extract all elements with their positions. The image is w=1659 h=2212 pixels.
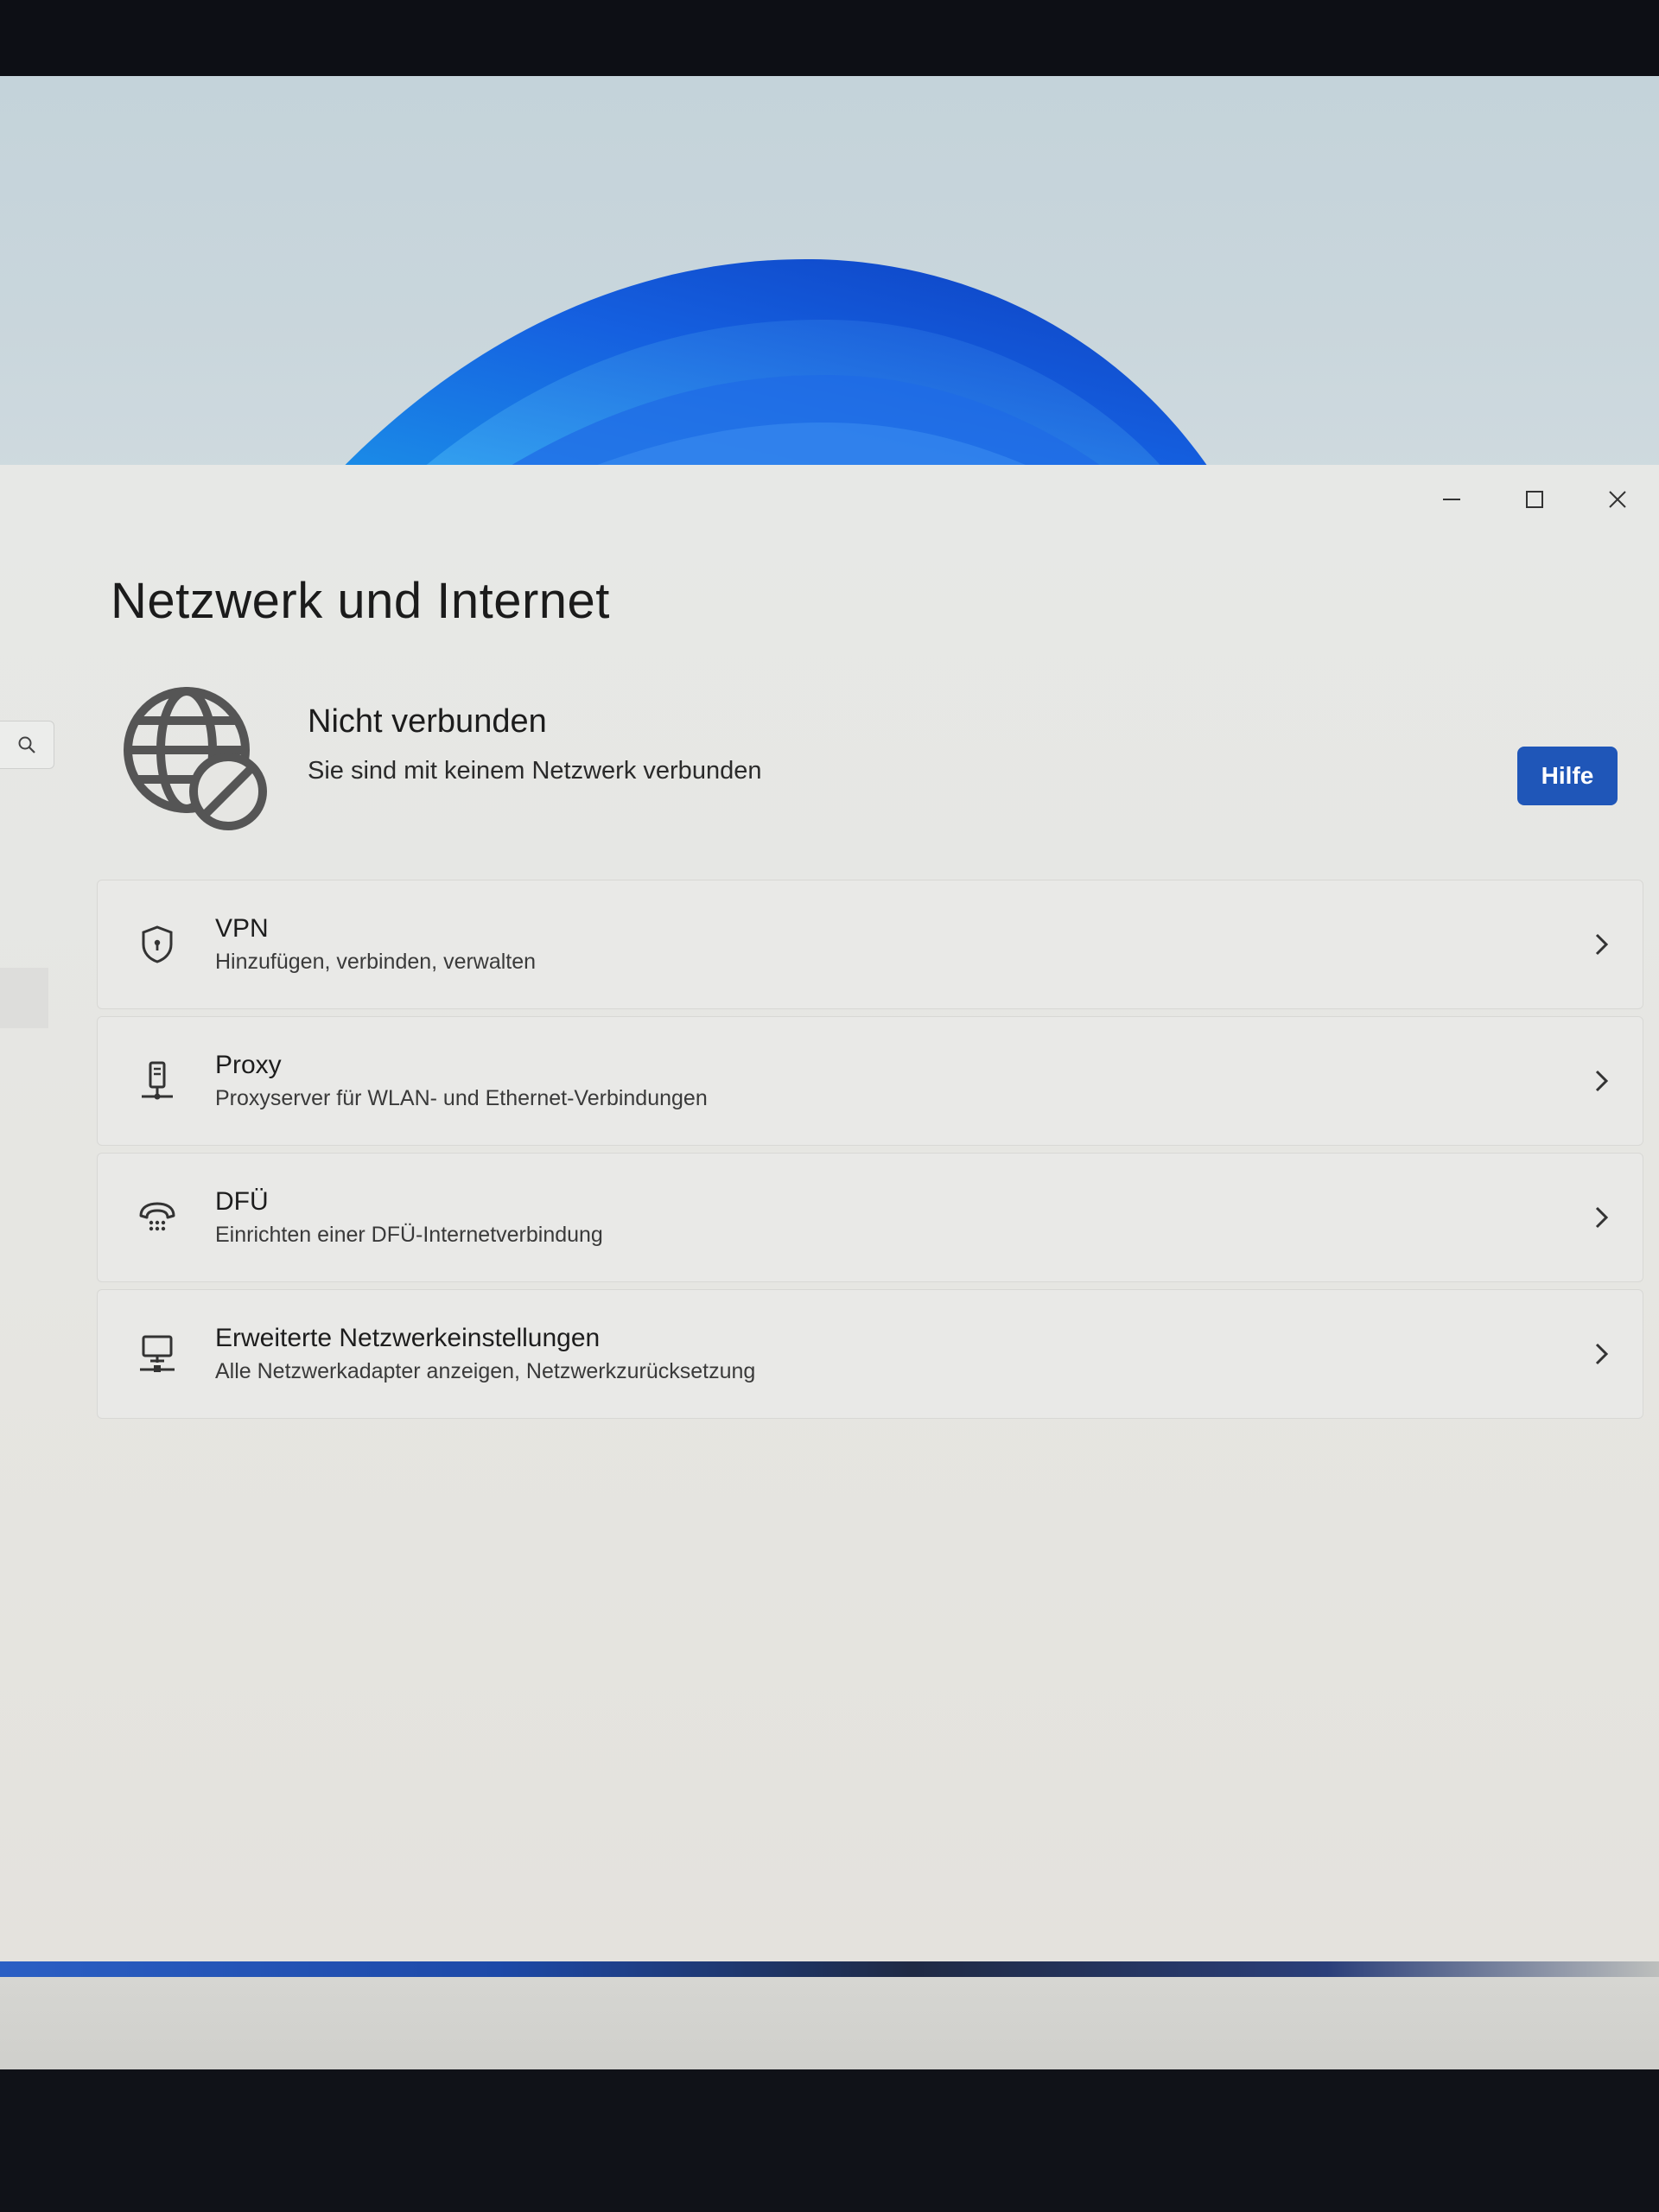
close-button[interactable] [1576,480,1659,518]
taskbar-wallpaper-strip [0,1961,1659,1977]
settings-item-proxy[interactable]: Proxy Proxyserver für WLAN- und Ethernet… [97,1016,1643,1146]
maximize-icon [1526,491,1543,508]
screen-bezel-top [0,0,1659,79]
dfu-description: Einrichten einer DFÜ-Internetverbindung [215,1223,603,1247]
settings-item-advanced-network[interactable]: Erweiterte Netzwerkeinstellungen Alle Ne… [97,1289,1643,1419]
shield-icon [142,925,173,963]
proxy-icon [142,1061,173,1100]
chevron-right-icon [1595,1070,1609,1092]
dial-up-icon [139,1202,175,1231]
close-icon [1609,491,1626,508]
wallpaper-bloom [328,258,1218,482]
network-adapter-icon [140,1335,175,1372]
desktop-wallpaper [0,76,1659,482]
window-controls [1410,480,1659,518]
minimize-button[interactable] [1410,480,1493,518]
advanced-network-title: Erweiterte Netzwerkeinstellungen [215,1324,601,1352]
proxy-title: Proxy [215,1051,282,1079]
vpn-description: Hinzufügen, verbinden, verwalten [215,950,537,974]
vpn-title: VPN [215,914,269,943]
settings-list: VPN Hinzufügen, verbinden, verwalten Pro… [97,880,1643,1426]
maximize-button[interactable] [1493,480,1576,518]
advanced-network-description: Alle Netzwerkadapter anzeigen, Netzwerkz… [215,1359,756,1383]
settings-window: Netzwerk und Internet Nicht verbunden Si… [0,465,1659,1968]
lower-screen-area [0,1977,1659,2074]
connection-status-subtitle: Sie sind mit keinem Netzwerk verbunden [308,757,762,785]
screen-bezel-bottom [0,2069,1659,2212]
proxy-description: Proxyserver für WLAN- und Ethernet-Verbi… [215,1086,708,1110]
search-box[interactable] [0,721,54,769]
chevron-right-icon [1595,933,1609,956]
connection-status-title: Nicht verbunden [308,703,547,740]
globe-disconnected-icon [124,687,267,830]
chevron-right-icon [1595,1206,1609,1229]
page-title: Netzwerk und Internet [111,573,610,629]
dfu-title: DFÜ [215,1187,269,1216]
settings-item-vpn[interactable]: VPN Hinzufügen, verbinden, verwalten [97,880,1643,1009]
search-icon [18,736,35,753]
help-button[interactable]: Hilfe [1517,747,1618,805]
settings-item-dfu[interactable]: DFÜ Einrichten einer DFÜ-Internetverbind… [97,1153,1643,1282]
nav-selected-item[interactable] [0,968,48,1028]
minimize-icon [1443,499,1460,500]
chevron-right-icon [1595,1343,1609,1365]
